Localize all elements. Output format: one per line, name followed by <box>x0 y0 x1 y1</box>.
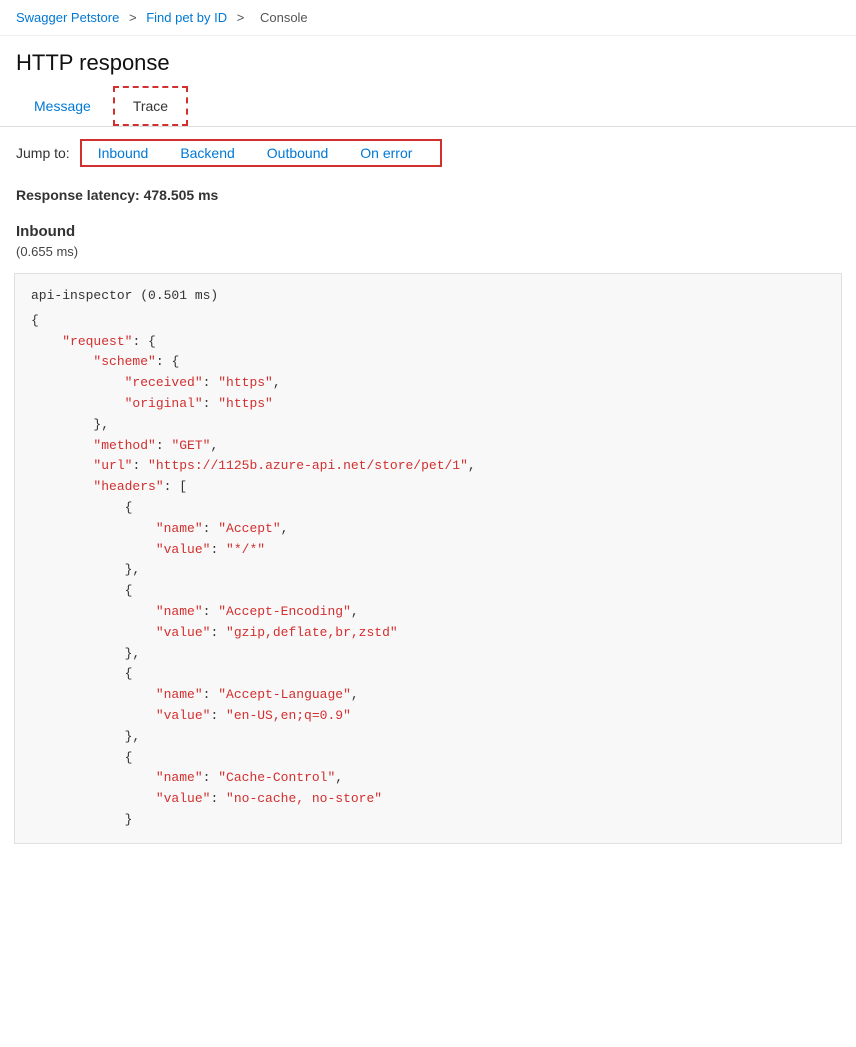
tab-message[interactable]: Message <box>16 86 109 126</box>
code-line-request: "request": { <box>31 332 825 353</box>
code-line-h3-close: }, <box>31 727 825 748</box>
code-line-h2-name: "name": "Accept-Encoding", <box>31 602 825 623</box>
inbound-time: (0.655 ms) <box>0 242 856 267</box>
code-line-headers: "headers": [ <box>31 477 825 498</box>
breadcrumb-sep-1: > <box>129 10 140 25</box>
jump-to-label: Jump to: <box>16 145 70 161</box>
code-line-scheme: "scheme": { <box>31 352 825 373</box>
code-line-h1-close: }, <box>31 560 825 581</box>
code-line-open-brace: { <box>31 311 825 332</box>
code-line-h4-open: { <box>31 748 825 769</box>
code-block: api-inspector (0.501 ms) { "request": { … <box>14 273 842 844</box>
jump-link-backend[interactable]: Backend <box>164 145 250 161</box>
code-line-h4-name: "name": "Cache-Control", <box>31 768 825 789</box>
tab-trace[interactable]: Trace <box>113 86 188 126</box>
code-line-h3-value: "value": "en-US,en;q=0.9" <box>31 706 825 727</box>
code-line-h2-close: }, <box>31 644 825 665</box>
code-line-h2-value: "value": "gzip,deflate,br,zstd" <box>31 623 825 644</box>
code-line-url: "url": "https://1125b.azure-api.net/stor… <box>31 456 825 477</box>
inbound-heading: Inbound <box>0 217 856 242</box>
code-line-h1-name: "name": "Accept", <box>31 519 825 540</box>
code-line-h4-close: } <box>31 810 825 831</box>
code-line-h4-value: "value": "no-cache, no-store" <box>31 789 825 810</box>
code-line-h3-name: "name": "Accept-Language", <box>31 685 825 706</box>
breadcrumb-swagger-petstore[interactable]: Swagger Petstore <box>16 10 119 25</box>
jump-link-inbound[interactable]: Inbound <box>94 145 165 161</box>
breadcrumb: Swagger Petstore > Find pet by ID > Cons… <box>0 0 856 36</box>
breadcrumb-console: Console <box>260 10 308 25</box>
inspector-header: api-inspector (0.501 ms) <box>31 286 825 307</box>
code-line-scheme-close: }, <box>31 415 825 436</box>
code-line-h3-open: { <box>31 664 825 685</box>
code-line-h2-open: { <box>31 581 825 602</box>
jump-link-on-error[interactable]: On error <box>344 145 428 161</box>
jump-link-outbound[interactable]: Outbound <box>251 145 345 161</box>
breadcrumb-sep-2: > <box>237 10 248 25</box>
jump-to-section: Jump to: Inbound Backend Outbound On err… <box>0 127 856 179</box>
jump-links-box: Inbound Backend Outbound On error <box>80 139 443 167</box>
page-title: HTTP response <box>0 36 856 86</box>
tabs-container: Message Trace <box>0 86 856 127</box>
code-line-original: "original": "https" <box>31 394 825 415</box>
breadcrumb-find-pet[interactable]: Find pet by ID <box>146 10 227 25</box>
code-line-h1-open: { <box>31 498 825 519</box>
code-line-method: "method": "GET", <box>31 436 825 457</box>
response-latency: Response latency: 478.505 ms <box>0 179 856 217</box>
code-line-h1-value: "value": "*/*" <box>31 540 825 561</box>
code-line-received: "received": "https", <box>31 373 825 394</box>
